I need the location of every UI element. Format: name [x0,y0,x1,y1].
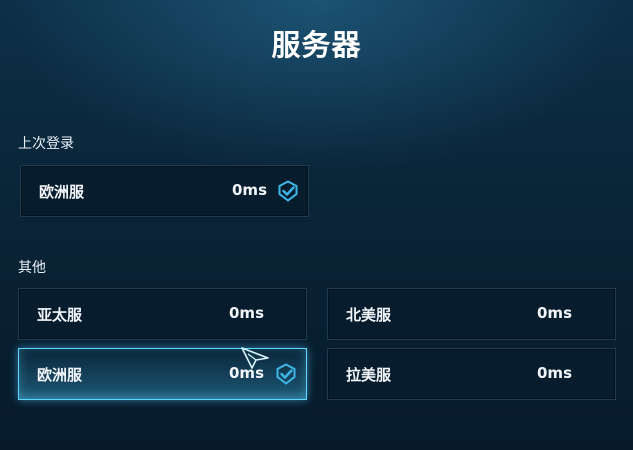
server-card-asia-pacific[interactable]: 亚太服 0ms [18,288,307,340]
server-card-latin-america[interactable]: 拉美服 0ms [327,348,616,400]
server-name: 欧洲服 [39,183,85,201]
server-card-north-america[interactable]: 北美服 0ms [327,288,616,340]
server-name: 亚太服 [37,306,83,324]
page-title: 服务器 [271,28,362,62]
section-label-last-login: 上次登录 [18,136,74,152]
server-ping: 0ms [229,304,264,322]
check-shield-icon [276,363,296,385]
server-ping: 0ms [537,364,572,382]
server-ping: 0ms [537,304,572,322]
server-ping: 0ms [232,181,267,199]
server-card-last-login[interactable]: 欧洲服 0ms [20,165,309,217]
check-shield-icon [278,180,298,202]
server-name: 北美服 [346,306,392,324]
server-name: 拉美服 [346,366,392,384]
arrow-cursor-icon [241,347,269,369]
section-label-others: 其他 [18,260,46,276]
server-name: 欧洲服 [37,366,83,384]
